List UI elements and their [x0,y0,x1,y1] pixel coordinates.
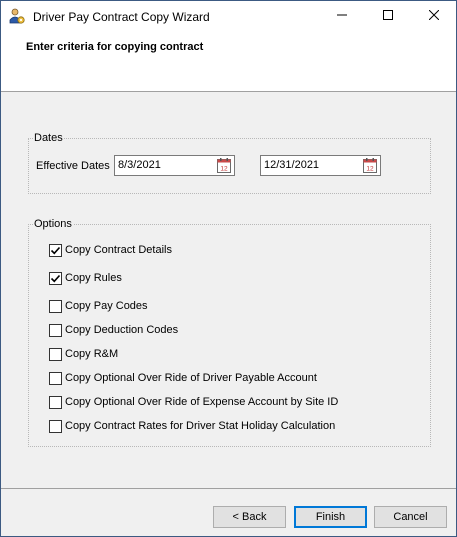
footer-divider [1,488,456,489]
checkbox-label: Copy R&M [65,348,119,360]
calendar-icon[interactable]: 12 [217,158,231,173]
checkbox-label: Copy Rules [65,272,122,284]
checkbox[interactable] [49,244,62,257]
user-settings-icon [9,8,25,25]
checkbox-label: Copy Optional Over Ride of Driver Payabl… [65,372,317,384]
finish-button[interactable]: Finish [294,506,367,528]
minimize-button[interactable] [319,1,365,32]
calendar-icon[interactable]: 12 [363,158,377,173]
title-bar[interactable]: Driver Pay Contract Copy Wizard [1,1,456,32]
checkbox[interactable] [49,372,62,385]
wizard-window: Driver Pay Contract Copy Wizard Enter cr… [0,0,457,537]
cancel-button[interactable]: Cancel [374,506,447,528]
page-title: Enter criteria for copying contract [26,41,204,53]
minimize-icon [337,10,347,23]
back-button[interactable]: < Back [213,506,286,528]
checkbox-label: Copy Pay Codes [65,300,148,312]
wizard-header: Enter criteria for copying contract [1,32,456,92]
checkbox-label: Copy Contract Rates for Driver Stat Holi… [65,420,336,432]
close-button[interactable] [411,1,457,32]
checkbox-label: Copy Contract Details [65,244,172,256]
start-date-field[interactable]: 8/3/2021 12 [114,155,235,176]
checkbox-label: Copy Deduction Codes [65,324,179,336]
svg-text:12: 12 [366,166,374,173]
checkbox[interactable] [49,396,62,409]
end-date-field[interactable]: 12/31/2021 12 [260,155,381,176]
checkbox[interactable] [49,324,62,337]
svg-text:12: 12 [220,166,228,173]
effective-dates-label: Effective Dates [36,160,110,172]
checkbox[interactable] [49,300,62,313]
checkbox[interactable] [49,272,62,285]
dates-legend: Dates [33,132,64,144]
start-date-value: 8/3/2021 [118,159,161,171]
checkbox[interactable] [49,348,62,361]
options-legend: Options [33,218,73,230]
checkbox-label: Copy Optional Over Ride of Expense Accou… [65,396,339,408]
maximize-button[interactable] [365,1,411,32]
checkbox[interactable] [49,420,62,433]
end-date-value: 12/31/2021 [264,159,320,171]
maximize-icon [383,10,393,23]
close-icon [428,9,440,23]
window-title: Driver Pay Contract Copy Wizard [33,10,210,24]
